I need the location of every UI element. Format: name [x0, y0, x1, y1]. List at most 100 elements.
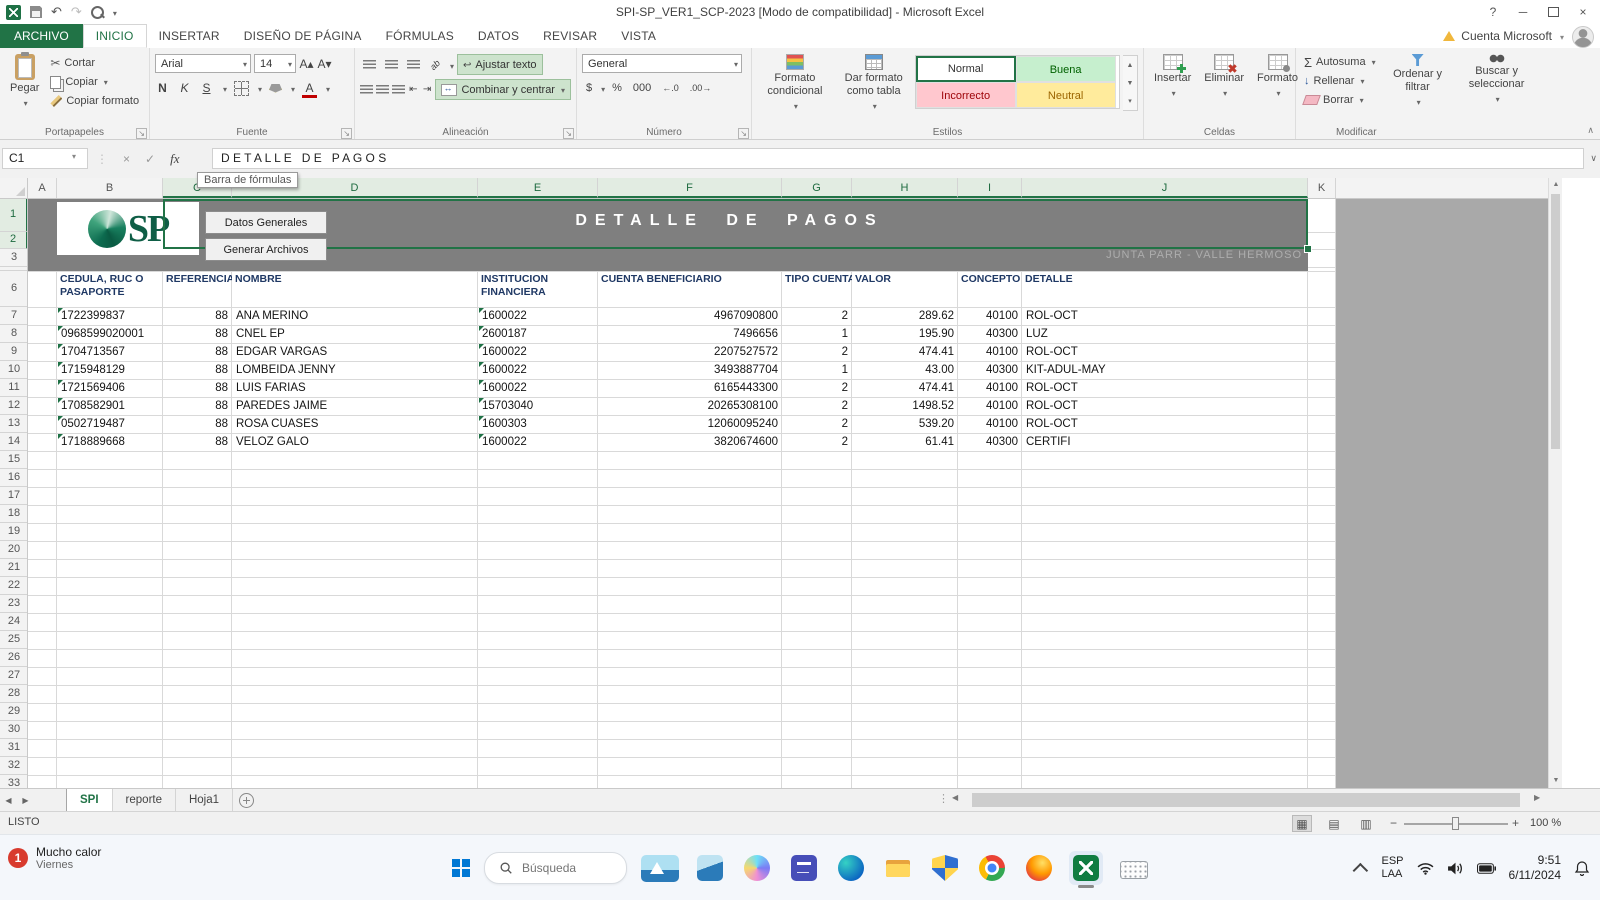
data-cell[interactable]: 7496656 — [598, 325, 782, 343]
row-header-2[interactable]: 2 — [0, 232, 28, 249]
account-menu[interactable]: Cuenta Microsoft — [1443, 24, 1564, 48]
data-cell[interactable]: 1704713567 — [57, 343, 163, 361]
row-header-1[interactable]: 1 — [0, 199, 28, 232]
new-sheet-button[interactable] — [233, 789, 259, 811]
font-color-button[interactable]: A — [302, 81, 317, 95]
row-header-26[interactable]: 26 — [0, 649, 28, 667]
tab-revisar[interactable]: REVISAR — [531, 24, 609, 48]
data-cell[interactable]: 1600022 — [478, 379, 598, 397]
style-normal[interactable]: Normal — [916, 56, 1016, 82]
data-cell[interactable]: 0502719487 — [57, 415, 163, 433]
data-cell[interactable]: 195.90 — [852, 325, 958, 343]
column-header-B[interactable]: B — [57, 178, 163, 198]
row-header-20[interactable]: 20 — [0, 541, 28, 559]
sort-filter-button[interactable]: Ordenar y filtrar — [1382, 51, 1454, 112]
clock[interactable]: 9:51 6/11/2024 — [1509, 853, 1562, 883]
sheet-tab-hoja1[interactable]: Hoja1 — [176, 789, 233, 811]
data-cell[interactable]: 1 — [782, 361, 852, 379]
edge-taskbar-button[interactable] — [834, 851, 868, 885]
dialog-launcher-icon[interactable] — [563, 129, 574, 138]
data-cell[interactable]: LUIS FARIAS — [232, 379, 478, 397]
wifi-icon[interactable] — [1417, 862, 1434, 875]
align-right-icon[interactable] — [392, 80, 405, 99]
data-cell[interactable]: 6165443300 — [598, 379, 782, 397]
data-cell[interactable]: 4967090800 — [598, 307, 782, 325]
column-header-E[interactable]: E — [478, 178, 598, 198]
data-cell[interactable]: 40300 — [958, 325, 1022, 343]
data-cell[interactable]: ROL-OCT — [1022, 379, 1308, 397]
data-cell[interactable]: 1721569406 — [57, 379, 163, 397]
bold-button[interactable]: N — [155, 79, 170, 97]
horizontal-scrollbar[interactable] — [968, 792, 1532, 808]
align-bottom-icon[interactable] — [404, 55, 423, 74]
undo-button[interactable] — [51, 3, 62, 21]
row-header-24[interactable]: 24 — [0, 613, 28, 631]
normal-view-icon[interactable]: ▦ — [1292, 815, 1312, 832]
data-cell[interactable]: ROL-OCT — [1022, 415, 1308, 433]
widgets-taskbar-button[interactable] — [693, 851, 727, 885]
taskbar-search[interactable] — [484, 852, 627, 884]
zoom-out-button[interactable]: − — [1390, 816, 1397, 830]
row-header-9[interactable]: 9 — [0, 343, 28, 361]
data-cell[interactable]: 40100 — [958, 307, 1022, 325]
data-cell[interactable]: 1600303 — [478, 415, 598, 433]
data-cell[interactable]: 40300 — [958, 361, 1022, 379]
column-header-J[interactable]: J — [1022, 178, 1308, 198]
orientation-button[interactable]: ab — [426, 55, 445, 74]
data-cell[interactable]: 88 — [163, 361, 232, 379]
data-cell[interactable]: 2 — [782, 343, 852, 361]
keyboard-taskbar-button[interactable] — [1116, 853, 1152, 883]
data-cell[interactable]: 43.00 — [852, 361, 958, 379]
excel-taskbar-taskbar-button[interactable] — [1069, 851, 1103, 885]
vertical-scroll-thumb[interactable] — [1551, 194, 1560, 449]
row-header-27[interactable]: 27 — [0, 667, 28, 685]
chevron-down-icon[interactable] — [256, 79, 262, 97]
qat-custom-button[interactable] — [91, 6, 104, 19]
underline-button[interactable]: S — [199, 79, 214, 97]
data-cell[interactable]: 2 — [782, 415, 852, 433]
increase-decimal-button[interactable] — [658, 79, 683, 97]
data-cell[interactable]: 88 — [163, 379, 232, 397]
zoom-in-button[interactable]: + — [1512, 816, 1519, 830]
font-family-select[interactable]: Arial — [155, 54, 251, 73]
confirm-entry-icon[interactable]: ✓ — [145, 152, 155, 166]
style-buena[interactable]: Buena — [1016, 56, 1116, 82]
row-header-6[interactable]: 6 — [0, 271, 28, 307]
data-cell[interactable]: 1715948129 — [57, 361, 163, 379]
defender-taskbar-button[interactable] — [928, 851, 962, 885]
zoom-level[interactable]: 100 % — [1530, 817, 1561, 829]
tab-datos[interactable]: DATOS — [466, 24, 531, 48]
row-header-18[interactable]: 18 — [0, 505, 28, 523]
data-cell[interactable]: 40100 — [958, 397, 1022, 415]
tab-formulas[interactable]: FÓRMULAS — [374, 24, 466, 48]
format-painter-button[interactable]: Copiar formato — [47, 92, 142, 110]
data-cell[interactable]: 1498.52 — [852, 397, 958, 415]
column-header-G[interactable]: G — [782, 178, 852, 198]
row-header-29[interactable]: 29 — [0, 703, 28, 721]
select-all-corner[interactable] — [0, 178, 28, 199]
avatar[interactable] — [1572, 26, 1594, 48]
sheet-tab-reporte[interactable]: reporte — [113, 789, 176, 811]
decrease-indent-icon[interactable]: ⇤ — [408, 80, 419, 99]
font-size-select[interactable]: 14 — [254, 54, 296, 73]
data-cell[interactable]: LOMBEIDA JENNY — [232, 361, 478, 379]
row-header-12[interactable]: 12 — [0, 397, 28, 415]
data-cell[interactable]: 40100 — [958, 379, 1022, 397]
paste-button[interactable]: Pegar — [5, 51, 44, 113]
column-header-K[interactable]: K — [1308, 178, 1336, 198]
style-incorrecto[interactable]: Incorrecto — [916, 82, 1016, 108]
data-cell[interactable]: 15703040 — [478, 397, 598, 415]
row-header-23[interactable]: 23 — [0, 595, 28, 613]
tab-archivo[interactable]: ARCHIVO — [0, 24, 83, 48]
currency-button[interactable]: $ — [582, 79, 596, 97]
minimize-button[interactable]: ─ — [1508, 0, 1538, 24]
conditional-formatting-button[interactable]: Formato condicional — [757, 51, 833, 116]
data-cell[interactable]: 2 — [782, 379, 852, 397]
data-cell[interactable]: ROL-OCT — [1022, 397, 1308, 415]
column-header-H[interactable]: H — [852, 178, 958, 198]
sheet-tab-spi[interactable]: SPI — [66, 789, 113, 811]
data-cell[interactable]: 2 — [782, 397, 852, 415]
data-cell[interactable]: 1 — [782, 325, 852, 343]
help-button[interactable]: ? — [1478, 0, 1508, 24]
decrease-decimal-button[interactable] — [686, 79, 716, 97]
